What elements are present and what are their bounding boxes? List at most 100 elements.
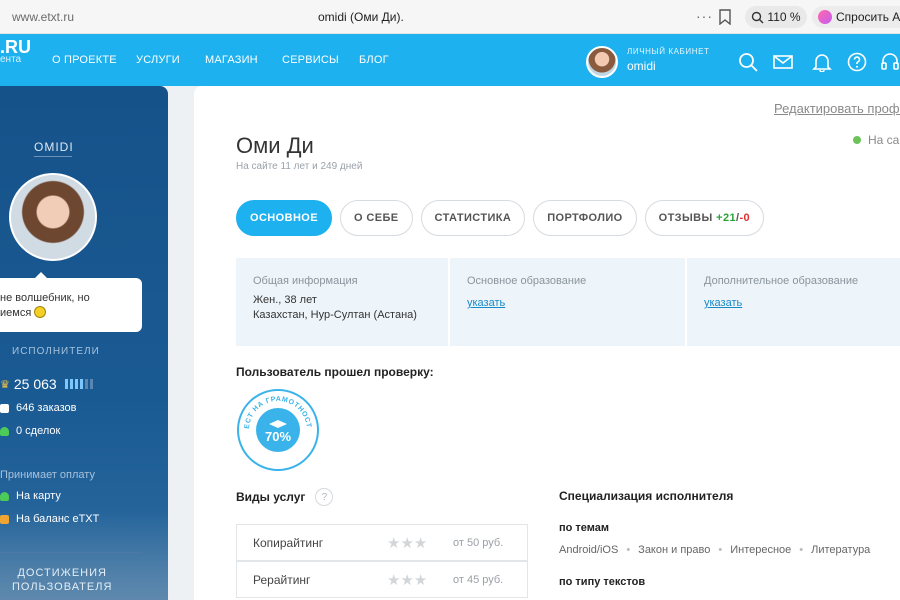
education-specify-link[interactable]: указать (467, 297, 505, 309)
status-line-1: не волшебник, но (0, 292, 90, 304)
mail-icon[interactable] (773, 52, 793, 72)
bell-icon[interactable] (812, 52, 832, 72)
nav-blog[interactable]: БЛОГ (359, 54, 389, 66)
profile-sidebar: OMIDI не волшебник, но иемся ИСПОЛНИТЕЛИ… (0, 86, 168, 600)
extra-education-specify-link[interactable]: указать (704, 297, 742, 309)
deals-label: 0 сделок (16, 425, 61, 437)
tab-about[interactable]: О СЕБЕ (339, 200, 413, 236)
topic-tag[interactable]: Android/iOS (559, 544, 618, 556)
member-since: На сайте 11 лет и 249 дней (236, 161, 363, 172)
topic-tag[interactable]: Интересное (730, 544, 791, 556)
status-bubble: не волшебник, но иемся (0, 272, 142, 332)
pay-card-label: На карту (16, 490, 61, 502)
general-info-line1: Жен., 38 лет (253, 294, 317, 306)
more-icon[interactable]: ··· (696, 8, 713, 24)
zoom-icon (752, 11, 764, 23)
service-price: от 50 руб. (453, 536, 504, 549)
nav-tools[interactable]: СЕРВИСЫ (282, 54, 339, 66)
education-title: Основное образование (467, 275, 587, 287)
briefcase-icon (0, 403, 9, 413)
literacy-test-badge[interactable]: ТЕСТ НА ГРАМОТНОСТЬ 70% (236, 388, 320, 472)
star-rating-icon: ★★★ (387, 571, 428, 589)
help-icon[interactable]: ? (315, 488, 334, 506)
services-title: Виды услуг (236, 490, 306, 504)
smile-icon (34, 306, 47, 318)
crown-icon: ♛ (0, 378, 10, 391)
nav-about[interactable]: О ПРОЕКТЕ (52, 54, 117, 66)
zoom-button[interactable]: 110 % (745, 6, 807, 28)
services-heading: Виды услуг ? (236, 488, 334, 506)
by-types-label: по типу текстов (559, 576, 646, 588)
verified-title: Пользователь прошел проверку: (236, 365, 434, 379)
headset-icon[interactable] (880, 52, 900, 72)
alice-icon (818, 10, 832, 24)
divider (34, 156, 72, 157)
tab-reviews[interactable]: ОТЗЫВЫ +21/-0 (644, 200, 765, 236)
shield-icon (0, 426, 9, 436)
achievements-heading[interactable]: ДОСТИЖЕНИЯ ПОЛЬЗОВАТЕЛЯ (12, 566, 112, 594)
topic-tags: Android/iOS • Закон и право • Интересное • … (559, 544, 870, 556)
general-info-title: Общая информация (253, 275, 358, 287)
status-line-2: иемся (0, 307, 32, 319)
general-info: Общая информация Жен., 38 лет Казахстан,… (236, 258, 448, 346)
bookmark-icon[interactable] (718, 9, 732, 25)
rating: ♛ 25 063 (0, 376, 93, 392)
pay-balance: На баланс eTXT (0, 513, 99, 525)
wallet-icon (0, 514, 9, 524)
topic-tag[interactable]: Литература (811, 544, 870, 556)
tag-separator: • (626, 544, 631, 556)
achievements-label-1: ДОСТИЖЕНИЯ (17, 567, 107, 579)
performers-heading: ИСПОЛНИТЕЛИ (12, 346, 100, 357)
specialization-title: Специализация исполнителя (559, 489, 734, 503)
education-info: Основное образование указать (450, 258, 685, 346)
pay-balance-label: На баланс eTXT (16, 513, 100, 525)
nav-services[interactable]: УСЛУГИ (136, 54, 180, 66)
general-info-line2: Казахстан, Нур-Султан (Астана) (253, 309, 417, 321)
badge-percent: 70% (265, 429, 291, 444)
rating-value: 25 063 (13, 376, 57, 392)
page-title-bar: omidi (Оми Ди). (318, 10, 404, 24)
reviews-negative: -0 (739, 212, 751, 224)
orders-count: 646 заказов (0, 402, 77, 414)
profile-tabs: ОСНОВНОЕ О СЕБЕ СТАТИСТИКА ПОРТФОЛИО ОТЗ… (236, 200, 765, 236)
cabinet-label[interactable]: ЛИЧНЫЙ КАБИНЕТ (627, 47, 710, 56)
reviews-positive: +21 (716, 212, 736, 224)
sidebar-username: OMIDI (34, 140, 74, 154)
divider (0, 552, 142, 553)
check-shield-icon (0, 491, 9, 501)
search-icon[interactable] (738, 52, 758, 72)
tag-separator: • (799, 544, 804, 556)
cabinet-username[interactable]: omidi (627, 59, 656, 73)
help-icon[interactable] (847, 52, 867, 72)
by-topics-label: по темам (559, 522, 610, 534)
rating-bars-icon (64, 379, 93, 389)
profile-main: Редактировать профи На сай Оми Ди На сай… (194, 86, 900, 600)
star-rating-icon: ★★★ (387, 534, 428, 552)
service-name: Рерайтинг (253, 572, 311, 587)
edit-profile-link[interactable]: Редактировать профи (774, 101, 900, 116)
tab-stats[interactable]: СТАТИСТИКА (420, 200, 526, 236)
browser-toolbar: www.etxt.ru omidi (Оми Ди). ··· 110 % Сп… (0, 0, 900, 34)
site-nav: .RU ента О ПРОЕКТЕ УСЛУГИ МАГАЗИН СЕРВИС… (0, 34, 900, 86)
achievements-label-2: ПОЛЬЗОВАТЕЛЯ (12, 581, 113, 593)
topic-tag[interactable]: Закон и право (638, 544, 710, 556)
avatar[interactable] (586, 46, 618, 78)
nav-shop[interactable]: МАГАЗИН (205, 54, 258, 66)
profile-name: Оми Ди (236, 133, 314, 158)
site-logo-sub: ента (0, 54, 22, 65)
service-row[interactable]: Рерайтинг ★★★ от 45 руб. (236, 561, 528, 598)
service-row[interactable]: Копирайтинг ★★★ от 50 руб. (236, 524, 528, 561)
orders-label: 646 заказов (16, 402, 77, 414)
service-price: от 45 руб. (453, 573, 504, 586)
address-bar[interactable]: www.etxt.ru (12, 10, 74, 24)
profile-photo (9, 173, 97, 261)
ask-alice-label: Спросить Ал (836, 10, 900, 24)
service-name: Копирайтинг (253, 535, 324, 550)
deals-count: 0 сделок (0, 425, 60, 437)
online-status: На сай (853, 133, 900, 147)
ask-alice-button[interactable]: Спросить Ал (812, 6, 900, 28)
tab-portfolio[interactable]: ПОРТФОЛИО (533, 200, 637, 236)
tag-separator: • (718, 544, 723, 556)
payment-heading: Принимает оплату (0, 469, 95, 481)
tab-main[interactable]: ОСНОВНОЕ (236, 200, 332, 236)
